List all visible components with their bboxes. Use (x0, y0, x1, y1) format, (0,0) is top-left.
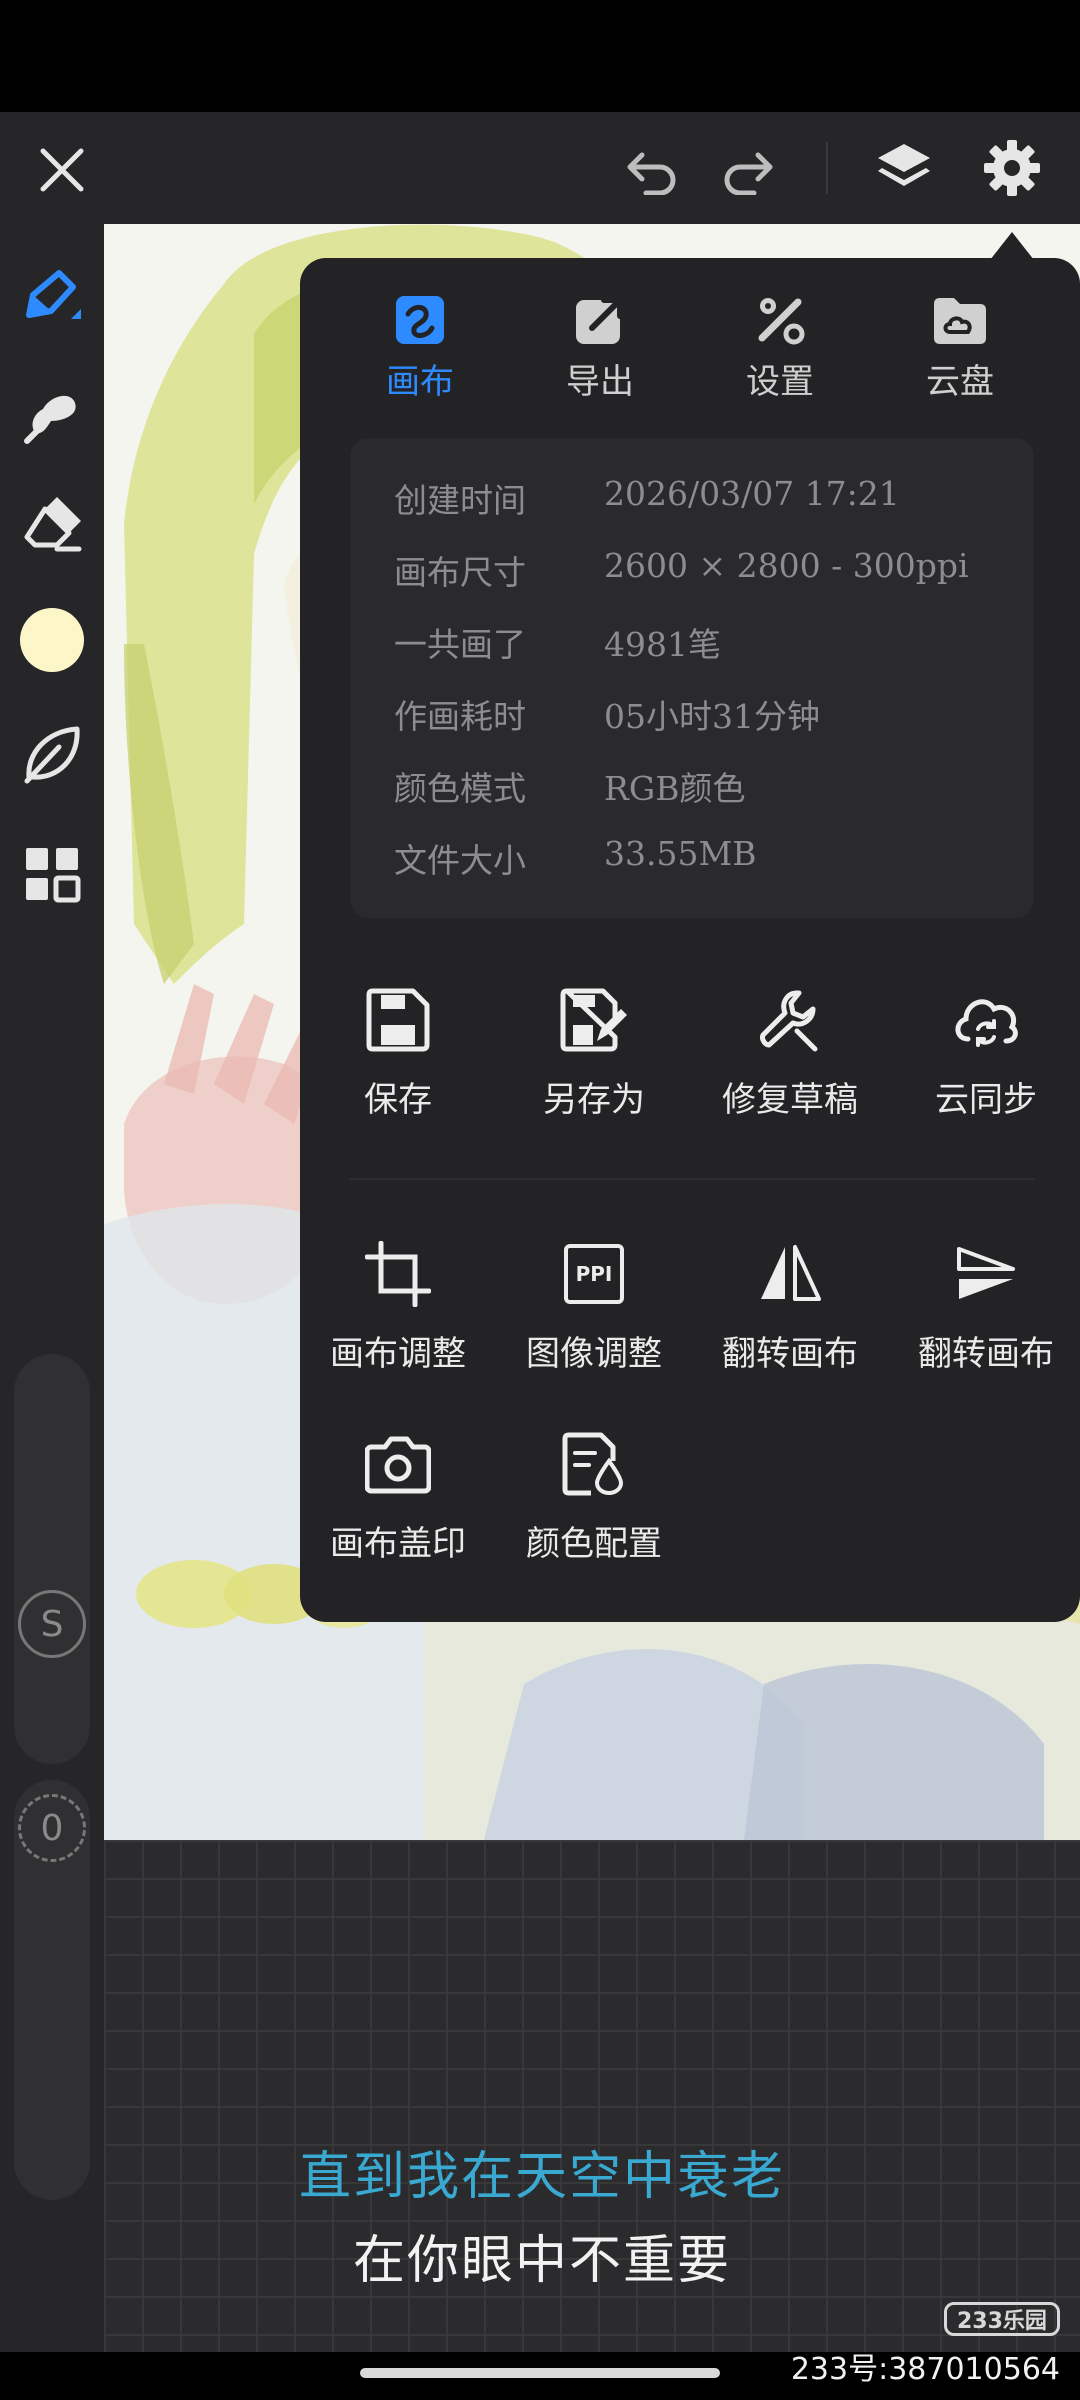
info-value-created: 2026/03/07 17:21 (604, 474, 900, 513)
ppi-icon: PPI (558, 1238, 630, 1310)
image-adjust-button[interactable]: PPI 图像调整 (496, 1238, 692, 1375)
popup-pointer (990, 232, 1034, 260)
flip-canvas-horizontal-button[interactable]: 翻转画布 (692, 1238, 888, 1375)
watermark-logo: 233乐园 (944, 2302, 1060, 2336)
eraser-icon[interactable] (12, 486, 92, 566)
ppi-icon-text: PPI (564, 1244, 624, 1304)
tab-cloud-drive[interactable]: 云盘 (890, 292, 1030, 403)
repair-draft-button[interactable]: 修复草稿 (692, 984, 888, 1121)
cloud-sync-button[interactable]: 云同步 (888, 984, 1080, 1121)
export-icon (572, 292, 628, 348)
repair-draft-label: 修复草稿 (722, 1080, 858, 1120)
save-as-button[interactable]: 另存为 (496, 984, 692, 1121)
info-label-time-spent: 作画耗时 (394, 697, 526, 736)
tab-export[interactable]: 导出 (530, 292, 670, 403)
toolbar-divider (826, 142, 828, 194)
tab-cloud-drive-label: 云盘 (926, 362, 994, 402)
brush-size-slider[interactable] (14, 1354, 90, 1764)
actions-divider (350, 1178, 1034, 1180)
info-value-color-mode: RGB颜色 (604, 769, 746, 808)
tools-icon (752, 292, 808, 348)
canvas-stamp-label: 画布盖印 (330, 1524, 466, 1564)
brush-icon[interactable] (12, 258, 92, 338)
top-toolbar (0, 112, 1080, 224)
flip-canvas-vertical-button[interactable]: 翻转画布 (888, 1238, 1080, 1375)
crop-icon (362, 1238, 434, 1310)
save-icon (362, 984, 434, 1056)
flip-vertical-icon (950, 1238, 1022, 1310)
info-value-strokes: 4981笔 (604, 625, 721, 664)
tab-settings[interactable]: 设置 (710, 292, 850, 403)
save-as-icon (558, 984, 630, 1056)
flip-canvas-vertical-label: 翻转画布 (918, 1334, 1054, 1374)
info-label-canvas-size: 画布尺寸 (394, 553, 526, 592)
smudge-icon[interactable] (12, 374, 92, 454)
tab-settings-label: 设置 (746, 362, 814, 402)
color-profile-icon (558, 1428, 630, 1500)
tab-export-label: 导出 (566, 362, 634, 402)
redo-icon[interactable] (716, 138, 780, 202)
cloud-sync-label: 云同步 (935, 1080, 1037, 1120)
flip-canvas-horizontal-label: 翻转画布 (722, 1334, 858, 1374)
leaf-icon[interactable] (12, 714, 92, 794)
opacity-slider-badge: 0 (18, 1794, 86, 1862)
color-profile-button[interactable]: 颜色配置 (496, 1428, 692, 1565)
info-label-file-size: 文件大小 (394, 841, 526, 880)
image-adjust-label: 图像调整 (526, 1334, 662, 1374)
undo-icon[interactable] (620, 138, 684, 202)
info-value-canvas-size: 2600 × 2800 - 300ppi (604, 546, 969, 585)
close-icon[interactable] (30, 138, 94, 202)
canvas-adjust-label: 画布调整 (330, 1334, 466, 1374)
cloud-folder-icon (932, 292, 988, 348)
canvas-stamp-button[interactable]: 画布盖印 (300, 1428, 496, 1565)
canvas-icon (392, 292, 448, 348)
camera-icon (362, 1428, 434, 1500)
tool-sidebar: S 0 (0, 224, 104, 2400)
canvas-settings-popup: 画布 导出 设置 云盘 创建时间 2026/03/07 17:21 画布尺寸 2… (300, 258, 1080, 1622)
color-swatch[interactable] (12, 600, 92, 680)
info-label-strokes: 一共画了 (394, 625, 526, 664)
home-indicator[interactable] (360, 2368, 720, 2378)
save-as-label: 另存为 (543, 1080, 645, 1120)
color-profile-label: 颜色配置 (526, 1524, 662, 1564)
info-label-created: 创建时间 (394, 481, 526, 520)
tab-canvas-label: 画布 (386, 362, 454, 402)
info-value-file-size: 33.55MB (604, 834, 757, 873)
save-label: 保存 (364, 1080, 432, 1120)
lyric-line-1: 直到我在天空中衰老 (298, 2147, 785, 2207)
status-bar (0, 0, 1080, 112)
info-value-time-spent: 05小时31分钟 (604, 697, 820, 736)
watermark-id: 233号:387010564 (790, 2352, 1060, 2387)
lyric-line-2: 在你眼中不重要 (352, 2231, 731, 2291)
current-color-circle (20, 608, 84, 672)
size-slider-badge: S (18, 1590, 86, 1658)
cloud-sync-icon (950, 984, 1022, 1056)
app-root: S 0 画布 导出 设置 云盘 创建时间 2026/03/07 17:21 画布… (0, 0, 1080, 2400)
grid-icon[interactable] (12, 834, 92, 914)
canvas-info-card: 创建时间 2026/03/07 17:21 画布尺寸 2600 × 2800 -… (350, 438, 1034, 918)
gear-icon[interactable] (978, 134, 1046, 202)
layers-icon[interactable] (870, 134, 938, 202)
info-label-color-mode: 颜色模式 (394, 769, 526, 808)
tab-canvas[interactable]: 画布 (350, 292, 490, 403)
canvas-adjust-button[interactable]: 画布调整 (300, 1238, 496, 1375)
save-button[interactable]: 保存 (300, 984, 496, 1121)
wrench-icon (754, 984, 826, 1056)
flip-horizontal-icon (754, 1238, 826, 1310)
